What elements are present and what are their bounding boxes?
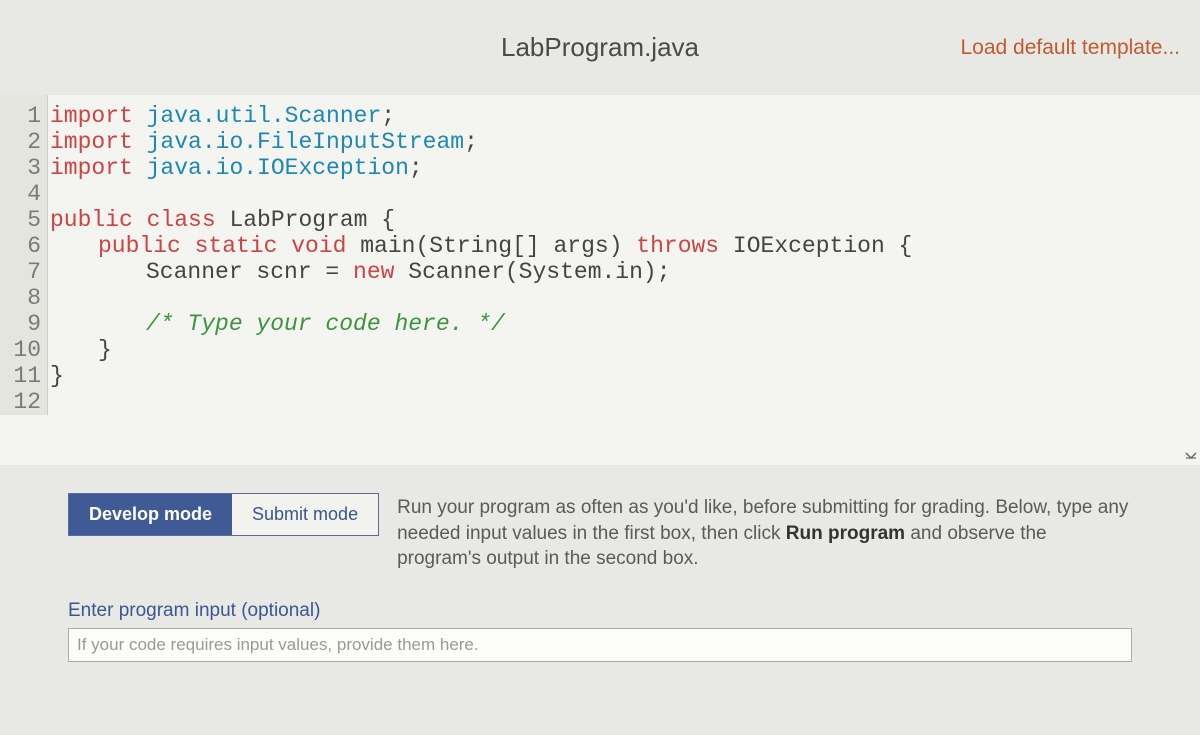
mode-hint-text: Run your program as often as you'd like,… (397, 493, 1132, 572)
code-line (50, 181, 1200, 207)
mode-tabs: Develop mode Submit mode (68, 493, 379, 536)
load-default-template-link[interactable]: Load default template... (961, 36, 1181, 60)
mode-row: Develop mode Submit mode Run your progra… (68, 493, 1132, 572)
code-lines[interactable]: import java.util.Scanner; import java.io… (48, 95, 1200, 415)
code-line: public class LabProgram { (50, 207, 1200, 233)
code-editor[interactable]: 1 2 3 4 5 6 7 8 9 10 11 12 import java.u… (0, 95, 1200, 465)
code-line: Scanner scnr = new Scanner(System.in); (50, 259, 1200, 285)
scroll-down-icon[interactable] (1182, 447, 1200, 465)
code-line: import java.io.FileInputStream; (50, 129, 1200, 155)
program-input-field[interactable] (68, 628, 1132, 662)
code-line: import java.util.Scanner; (50, 103, 1200, 129)
code-line: } (50, 363, 1200, 389)
code-line: public static void main(String[] args) t… (50, 233, 1200, 259)
editor-header: LabProgram.java Load default template... (0, 0, 1200, 95)
code-line (50, 285, 1200, 311)
line-gutter: 1 2 3 4 5 6 7 8 9 10 11 12 (0, 95, 48, 415)
program-input-label: Enter program input (optional) (68, 600, 1132, 622)
tab-develop-mode[interactable]: Develop mode (69, 494, 232, 535)
code-line (50, 389, 1200, 415)
code-line: /* Type your code here. */ (50, 311, 1200, 337)
controls-section: Develop mode Submit mode Run your progra… (0, 493, 1200, 662)
tab-submit-mode[interactable]: Submit mode (232, 494, 378, 535)
code-line: } (50, 337, 1200, 363)
file-title: LabProgram.java (501, 32, 699, 63)
code-line: import java.io.IOException; (50, 155, 1200, 181)
